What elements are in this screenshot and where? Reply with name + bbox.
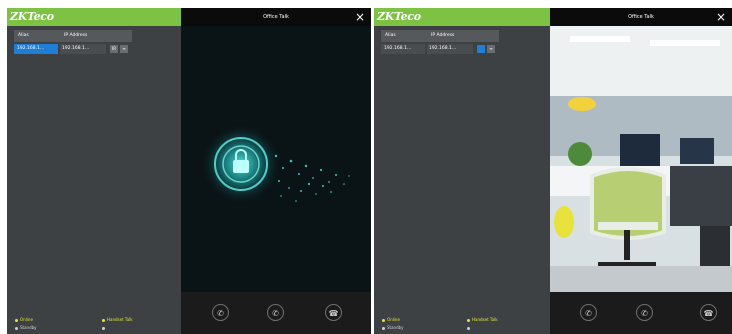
device-ip-cell[interactable]: 192.168.1... <box>60 44 106 54</box>
fingerprint-lock-icon <box>181 26 371 292</box>
col-alias: Alias <box>385 33 396 38</box>
row-menu-button[interactable]: ≡ <box>120 45 128 53</box>
close-icon[interactable]: × <box>716 9 726 25</box>
brand-bar: ZKTeco <box>7 8 181 26</box>
legend-standby: Standby <box>382 325 404 330</box>
legend-placeholder <box>102 325 107 330</box>
phone-icon[interactable]: ✆ <box>267 304 284 321</box>
call-controls: ✆ ✆ ☎ <box>550 292 732 334</box>
handset-dot-icon <box>102 318 105 322</box>
device-ip-cell[interactable]: 192.168.1... <box>427 44 473 54</box>
col-alias: Alias <box>18 33 29 38</box>
lock-graphic <box>181 26 371 292</box>
zkteco-logo: ZKTeco <box>377 10 421 23</box>
phone-icon[interactable]: ✆ <box>212 304 229 321</box>
grey-dot-icon <box>102 326 105 330</box>
device-table-header: Alias IP Address <box>381 30 499 42</box>
device-alias-cell[interactable]: 192.168.1... <box>381 44 425 54</box>
standby-dot-icon <box>15 326 18 330</box>
video-title: Office Talk <box>550 8 732 26</box>
video-title: Office Talk <box>181 8 371 26</box>
standby-dot-icon <box>382 326 385 330</box>
legend-handset: Handset Talk <box>102 317 133 322</box>
online-dot-icon <box>15 318 18 322</box>
col-ip: IP Address <box>431 33 455 38</box>
device-panel: ZKTeco Alias IP Address 192.168.1... 192… <box>374 8 550 334</box>
hangup-icon[interactable]: ☎ <box>325 304 342 321</box>
device-panel: ZKTeco Alias IP Address 192.168.1... 192… <box>7 8 181 334</box>
handset-dot-icon <box>467 318 470 322</box>
legend-handset: Handset Talk <box>467 317 498 322</box>
device-row[interactable]: 192.168.1... 192.168.1... IR ≡ <box>14 44 132 54</box>
hangup-icon[interactable]: ☎ <box>700 304 717 321</box>
zkteco-logo: ZKTeco <box>10 10 54 23</box>
row-action-button[interactable] <box>477 45 485 53</box>
phone-icon[interactable]: ✆ <box>580 304 597 321</box>
video-area: Office Talk × ✆ ✆ ☎ <box>550 8 732 334</box>
row-action-button[interactable]: IR <box>110 45 118 53</box>
camera-image <box>550 26 732 292</box>
phone-icon[interactable]: ✆ <box>636 304 653 321</box>
online-dot-icon <box>382 318 385 322</box>
intercom-screen-right: ZKTeco Alias IP Address 192.168.1... 192… <box>374 8 732 334</box>
close-icon[interactable]: × <box>355 9 365 25</box>
device-table-header: Alias IP Address <box>14 30 132 42</box>
call-controls: ✆ ✆ ☎ <box>181 292 371 334</box>
row-menu-button[interactable]: ≡ <box>487 45 495 53</box>
col-ip: IP Address <box>64 33 88 38</box>
grey-dot-icon <box>467 326 470 330</box>
legend-placeholder <box>467 325 472 330</box>
video-area: Office Talk × ✆ ✆ ☎ <box>181 8 371 334</box>
legend-online: Online <box>15 317 33 322</box>
brand-bar: ZKTeco <box>374 8 550 26</box>
legend-standby: Standby <box>15 325 37 330</box>
office-camera-feed <box>550 26 732 292</box>
legend-online: Online <box>382 317 400 322</box>
device-alias-cell[interactable]: 192.168.1... <box>14 44 58 54</box>
device-row[interactable]: 192.168.1... 192.168.1... ≡ <box>381 44 499 54</box>
intercom-screen-left: ZKTeco Alias IP Address 192.168.1... 192… <box>7 8 371 334</box>
